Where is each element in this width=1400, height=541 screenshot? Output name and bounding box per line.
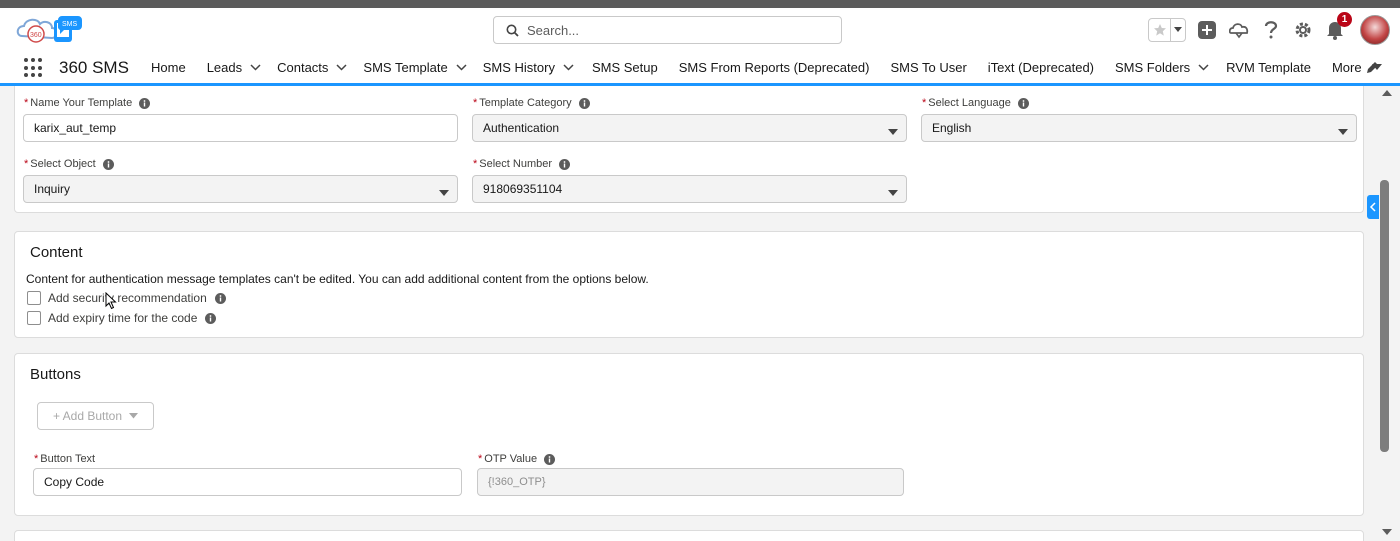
template-category-label: * Template Category bbox=[473, 97, 590, 109]
template-name-input[interactable] bbox=[23, 114, 458, 142]
plus-icon bbox=[1198, 21, 1216, 39]
chevron-down-icon[interactable] bbox=[563, 64, 574, 71]
star-icon[interactable] bbox=[1153, 23, 1167, 37]
question-icon bbox=[1264, 21, 1278, 39]
notifications-button[interactable]: 1 bbox=[1324, 12, 1352, 41]
name-template-label: * Name Your Template bbox=[24, 97, 151, 109]
info-icon[interactable] bbox=[102, 158, 114, 170]
info-icon[interactable] bbox=[544, 453, 556, 465]
global-header: 360 SMS Search... 1 bbox=[0, 8, 1400, 52]
select-language-label: * Select Language bbox=[922, 97, 1029, 109]
nav-item-sms-template[interactable]: SMS Template bbox=[363, 52, 470, 83]
notification-badge: 1 bbox=[1337, 12, 1352, 27]
svg-text:360: 360 bbox=[30, 32, 42, 39]
content-title: Content bbox=[30, 244, 83, 261]
nav-item-sms-to-user[interactable]: SMS To User bbox=[890, 52, 966, 83]
info-icon[interactable] bbox=[559, 158, 571, 170]
nav-item-home[interactable]: Home bbox=[151, 52, 186, 83]
logo-text: SMS bbox=[62, 21, 78, 28]
caret-down-icon bbox=[1338, 129, 1348, 135]
cloud-icon bbox=[1229, 23, 1249, 39]
caret-down-icon bbox=[439, 190, 449, 196]
chevron-down-icon[interactable] bbox=[336, 64, 347, 71]
chevron-down-icon[interactable] bbox=[1174, 27, 1182, 33]
nav-item-sms-from-reports[interactable]: SMS From Reports (Deprecated) bbox=[679, 52, 870, 83]
security-recommendation-checkbox[interactable] bbox=[27, 291, 41, 305]
info-icon[interactable] bbox=[214, 292, 226, 304]
template-details-card: *Name Your Template *Template Category A… bbox=[14, 86, 1364, 213]
nav-item-leads[interactable]: Leads bbox=[207, 52, 265, 83]
buttons-card: Buttons + Add Button *Button Text *OTP V… bbox=[14, 353, 1364, 516]
scrollbar-thumb[interactable] bbox=[1380, 180, 1389, 452]
info-icon[interactable] bbox=[139, 97, 151, 109]
nav-item-contacts[interactable]: Contacts bbox=[277, 52, 351, 83]
nav-item-rvm-template[interactable]: RVM Template bbox=[1226, 52, 1311, 83]
user-avatar[interactable] bbox=[1360, 15, 1390, 45]
nav-item-sms-folders[interactable]: SMS Folders bbox=[1115, 52, 1213, 83]
button-text-input[interactable] bbox=[33, 468, 462, 496]
template-category-select[interactable]: Authentication bbox=[472, 114, 907, 142]
security-recommendation-option[interactable]: Add security recommendation bbox=[27, 291, 226, 305]
otp-value-label: * OTP Value bbox=[478, 453, 556, 465]
expiry-time-checkbox[interactable] bbox=[27, 311, 41, 325]
app-logo[interactable]: 360 SMS bbox=[14, 14, 84, 50]
nav-item-sms-history[interactable]: SMS History bbox=[483, 52, 578, 83]
nav-items: Home Leads Contacts SMS Template SMS His… bbox=[151, 52, 1386, 83]
app-launcher-icon[interactable] bbox=[24, 58, 44, 78]
app-navigation: 360 SMS Home Leads Contacts SMS Template… bbox=[0, 52, 1400, 86]
nav-item-sms-setup[interactable]: SMS Setup bbox=[592, 52, 658, 83]
caret-down-icon bbox=[888, 129, 898, 135]
chevron-down-icon[interactable] bbox=[1198, 64, 1209, 71]
chevron-down-icon[interactable] bbox=[250, 64, 261, 71]
select-object-select[interactable]: Inquiry bbox=[23, 175, 458, 203]
scroll-up-icon[interactable] bbox=[1381, 88, 1393, 98]
top-strip bbox=[0, 0, 1400, 8]
trailhead-button[interactable] bbox=[1228, 19, 1250, 41]
side-panel-handle[interactable] bbox=[1367, 195, 1379, 219]
setup-button[interactable] bbox=[1292, 19, 1314, 41]
app-name: 360 SMS bbox=[59, 58, 129, 77]
info-icon[interactable] bbox=[578, 97, 590, 109]
caret-down-icon bbox=[129, 413, 139, 419]
select-number-label: * Select Number bbox=[473, 158, 571, 170]
favorites-control[interactable] bbox=[1148, 18, 1186, 42]
scroll-down-icon[interactable] bbox=[1381, 527, 1393, 537]
caret-down-icon bbox=[888, 190, 898, 196]
nav-item-itext[interactable]: iText (Deprecated) bbox=[988, 52, 1094, 83]
info-icon[interactable] bbox=[205, 312, 217, 324]
pencil-icon bbox=[1367, 62, 1378, 73]
search-input[interactable] bbox=[527, 22, 817, 38]
otp-value-field: {!360_OTP} bbox=[477, 468, 904, 496]
buttons-title: Buttons bbox=[30, 366, 81, 383]
chevron-down-icon[interactable] bbox=[456, 64, 467, 71]
select-language-select[interactable]: English bbox=[921, 114, 1357, 142]
global-search[interactable] bbox=[493, 16, 842, 44]
button-text-label: * Button Text bbox=[34, 453, 96, 465]
mouse-pointer-icon bbox=[105, 291, 117, 313]
add-button-dropdown[interactable]: + Add Button bbox=[37, 402, 154, 430]
global-actions-button[interactable] bbox=[1196, 19, 1218, 41]
content-card: Content Content for authentication messa… bbox=[14, 231, 1364, 338]
help-button[interactable] bbox=[1260, 19, 1282, 41]
next-section-card bbox=[14, 530, 1364, 541]
select-object-label: * Select Object bbox=[24, 158, 114, 170]
select-number-select[interactable]: 918069351104 bbox=[472, 175, 907, 203]
content-description: Content for authentication message templ… bbox=[26, 272, 649, 286]
info-icon[interactable] bbox=[1017, 97, 1029, 109]
chevron-left-icon bbox=[1369, 202, 1376, 212]
edit-nav-button[interactable] bbox=[1366, 61, 1379, 77]
search-icon bbox=[506, 24, 519, 37]
expiry-time-option[interactable]: Add expiry time for the code bbox=[27, 311, 217, 325]
gear-icon bbox=[1295, 22, 1311, 38]
